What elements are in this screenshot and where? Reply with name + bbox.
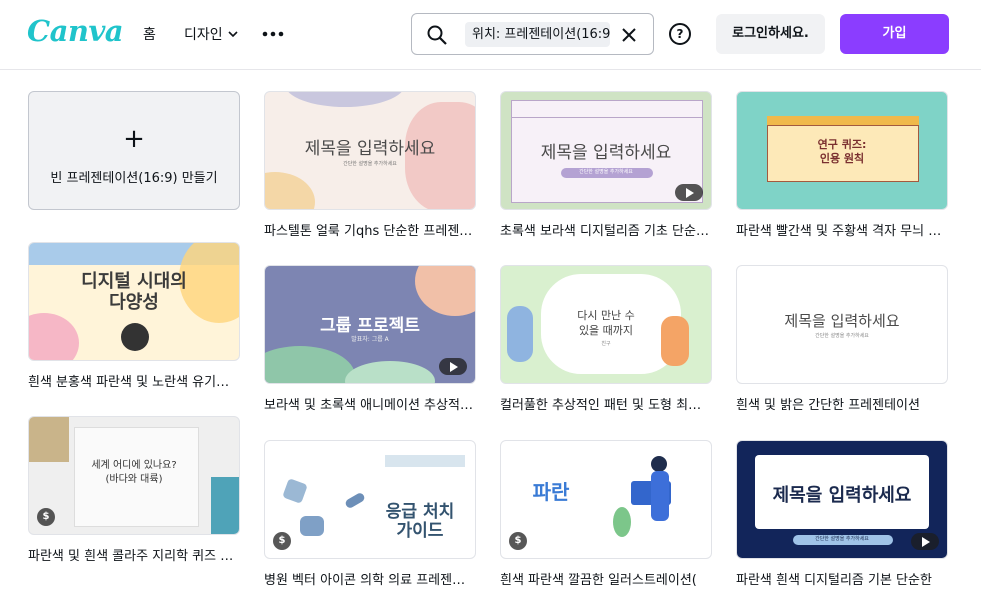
template-thumb-title: 디지털 시대의 다양성 — [81, 271, 187, 313]
template-thumb-title: 세계 어디에 있나요? (바다와 대륙) — [91, 460, 177, 485]
template-thumb: 제목을 입력하세요 간단한 설명을 추가하세요 — [736, 265, 948, 384]
search-icon — [427, 25, 447, 45]
template-caption[interactable]: 병원 벡터 아이콘 의학 의료 프레젠테이션 — [264, 569, 476, 588]
nav-home[interactable]: 홈 — [143, 24, 156, 44]
template-caption[interactable]: 파스텔톤 얼룩 기qhs 단순한 프레젠테이션 — [264, 220, 476, 239]
play-icon — [439, 358, 467, 375]
template-thumb: 제목을 입력하세요 간단한 설명을 추가하세요 — [500, 91, 712, 210]
nav-design-menu[interactable]: 디자인 — [184, 24, 239, 44]
signup-button[interactable]: 가입 — [840, 14, 949, 54]
template-card[interactable]: 다시 만난 수 있을 때까지 친구 컬러풀한 추상적인 패턴 및 도형 최고 프… — [500, 265, 712, 415]
template-caption[interactable]: 흰색 및 밝은 간단한 프레젠테이션 — [736, 394, 948, 413]
template-card[interactable]: 제목을 입력하세요 간단한 설명을 추가하세요 파란색 흰색 디지털리즘 기본 … — [736, 440, 948, 590]
template-card[interactable]: 연구 퀴즈: 인용 원칙 파란색 빨간색 및 주황색 격자 무늬 국어 프레젠테… — [736, 91, 948, 241]
plus-icon: + — [123, 124, 145, 154]
template-caption[interactable]: 파란색 빨간색 및 주황색 격자 무늬 국어 프레젠테이션 — [736, 220, 948, 239]
blank-presentation-card[interactable]: + 빈 프레젠테이션(16:9) 만들기 — [28, 91, 240, 210]
template-thumb-subtitle: 간단한 설명을 추가하세요 — [579, 169, 633, 175]
template-thumb-subtitle: 간단한 설명을 추가하세요 — [815, 333, 869, 339]
template-thumb: 다시 만난 수 있을 때까지 친구 — [500, 265, 712, 384]
template-thumb-subtitle: 발표자: 그룹 A — [351, 336, 389, 343]
template-card[interactable]: 응급 처치 가이드 $ 병원 벡터 아이콘 의학 의료 프레젠테이션 — [264, 440, 476, 590]
help-icon[interactable]: ? — [669, 23, 691, 45]
template-thumb: 제목을 입력하세요 간단한 설명을 추가하세요 — [264, 91, 476, 210]
template-thumb: 제목을 입력하세요 간단한 설명을 추가하세요 — [736, 440, 948, 559]
template-caption[interactable]: 파란색 및 흰색 콜라주 지리학 퀴즈 프레젠테이션 — [28, 545, 240, 564]
template-card[interactable]: 세계 어디에 있나요? (바다와 대륙) $ 파란색 및 흰색 콜라주 지리학 … — [28, 416, 240, 566]
search-box[interactable]: 위치: 프레젠테이션(16:9) — [411, 13, 654, 55]
premium-badge: $ — [509, 532, 527, 550]
template-card[interactable]: 그룹 프로젝트 발표자: 그룹 A 보라색 및 초록색 애니메이션 추상적 프레… — [264, 265, 476, 415]
template-caption[interactable]: 흰색 분홍색 파란색 및 노란색 유기적 프레젠테이션 — [28, 371, 240, 390]
template-card[interactable]: 제목을 입력하세요 간단한 설명을 추가하세요 파스텔톤 얼룩 기qhs 단순한… — [264, 91, 476, 241]
search-filter-chip[interactable]: 위치: 프레젠테이션(16:9) — [465, 22, 610, 47]
premium-badge: $ — [37, 508, 55, 526]
template-card[interactable]: 파란 $ 흰색 파란색 깔끔한 일러스트레이션( — [500, 440, 712, 590]
template-thumb-subtitle: 친구 — [601, 341, 611, 347]
template-thumb-title: 제목을 입력하세요 — [540, 143, 672, 163]
template-thumb: 파란 $ — [500, 440, 712, 559]
premium-badge: $ — [273, 532, 291, 550]
close-icon[interactable] — [619, 25, 639, 45]
canva-logo[interactable]: Canva — [27, 14, 124, 48]
more-icon[interactable] — [262, 19, 284, 49]
blank-presentation-thumb: + 빈 프레젠테이션(16:9) 만들기 — [28, 91, 240, 210]
chevron-down-icon — [228, 31, 238, 38]
nav-design-label: 디자인 — [184, 27, 223, 43]
template-caption[interactable]: 컬러풀한 추상적인 패턴 및 도형 최고 프레젠테이션 — [500, 394, 712, 413]
template-thumb: 디지털 시대의 다양성 — [28, 242, 240, 361]
template-thumb-title: 응급 처치 가이드 — [385, 502, 455, 541]
template-caption[interactable]: 흰색 파란색 깔끔한 일러스트레이션( — [500, 569, 712, 588]
template-caption[interactable]: 초록색 보라색 디지털리즘 기초 단순 프레젠테이션 — [500, 220, 712, 239]
template-thumb: 응급 처치 가이드 $ — [264, 440, 476, 559]
play-icon — [675, 184, 703, 201]
template-thumb: 세계 어디에 있나요? (바다와 대륙) $ — [28, 416, 240, 535]
blank-presentation-label: 빈 프레젠테이션(16:9) 만들기 — [50, 171, 218, 186]
template-thumb-title: 그룹 프로젝트 — [320, 316, 420, 336]
template-thumb-title: 연구 퀴즈: 인용 원칙 — [817, 138, 867, 165]
template-thumb: 연구 퀴즈: 인용 원칙 — [736, 91, 948, 210]
top-bar: Canva 홈 디자인 위치: 프레젠테이션(16:9) ? 로그인하세요. 가… — [0, 0, 981, 70]
template-caption[interactable]: 보라색 및 초록색 애니메이션 추상적 프레젠테이션 — [264, 394, 476, 413]
template-card[interactable]: 제목을 입력하세요 간단한 설명을 추가하세요 흰색 및 밝은 간단한 프레젠테… — [736, 265, 948, 415]
template-card[interactable]: 제목을 입력하세요 간단한 설명을 추가하세요 초록색 보라색 디지털리즘 기초… — [500, 91, 712, 241]
template-thumb: 그룹 프로젝트 발표자: 그룹 A — [264, 265, 476, 384]
login-button[interactable]: 로그인하세요. — [716, 14, 825, 54]
template-thumb-title: 제목을 입력하세요 — [784, 312, 900, 330]
template-thumb-title: 제목을 입력하세요 — [772, 485, 912, 506]
template-caption[interactable]: 파란색 흰색 디지털리즘 기본 단순한 — [736, 569, 948, 588]
template-thumb-title: 제목을 입력하세요 — [304, 139, 436, 159]
play-icon — [911, 533, 939, 550]
template-card[interactable]: 디지털 시대의 다양성 흰색 분홍색 파란색 및 노란색 유기적 프레젠테이션 — [28, 242, 240, 392]
template-thumb-subtitle: 간단한 설명을 추가하세요 — [343, 161, 397, 167]
template-thumb-title: 다시 만난 수 있을 때까지 — [577, 309, 635, 337]
